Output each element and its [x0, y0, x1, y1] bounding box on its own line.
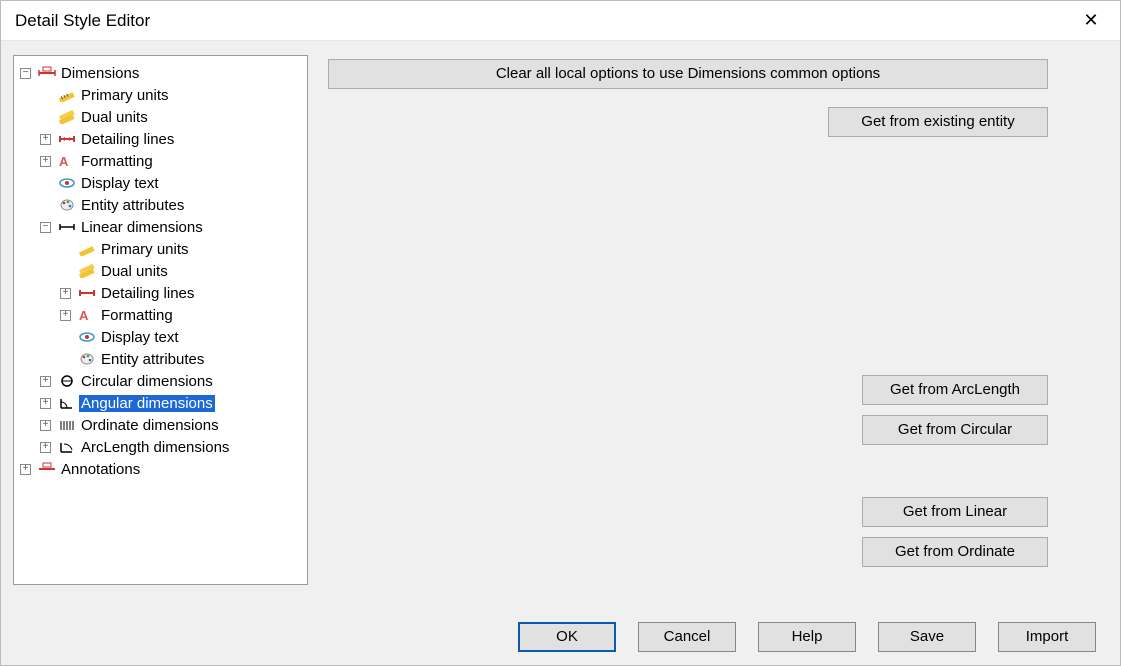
window-title: Detail Style Editor	[15, 11, 150, 31]
tree-item-linear-entity-attributes[interactable]: Entity attributes	[60, 348, 307, 370]
annotations-icon	[38, 461, 56, 477]
titlebar: Detail Style Editor ✕	[1, 1, 1120, 41]
angular-dim-icon	[58, 395, 76, 411]
get-from-linear-button[interactable]: Get from Linear	[862, 497, 1048, 527]
tree-item-dimensions[interactable]: − Dimensions	[20, 62, 307, 84]
ruler-icon	[78, 263, 96, 279]
tree-label: Dimensions	[59, 65, 141, 82]
ordinate-dim-icon	[58, 417, 76, 433]
expand-icon[interactable]: +	[40, 376, 51, 387]
detailing-lines-icon	[58, 131, 76, 147]
tree-item-detailing-lines[interactable]: + Detailing lines	[40, 128, 307, 150]
ruler-icon	[78, 241, 96, 257]
ok-button[interactable]: OK	[518, 622, 616, 652]
save-button[interactable]: Save	[878, 622, 976, 652]
get-from-existing-button[interactable]: Get from existing entity	[828, 107, 1048, 137]
tree-label: Primary units	[99, 241, 191, 258]
tree-item-entity-attributes[interactable]: Entity attributes	[40, 194, 307, 216]
detailing-lines-icon	[78, 285, 96, 301]
nav-tree: − Dimensions Primary units	[18, 62, 307, 480]
linear-dim-icon	[58, 219, 76, 235]
right-pane: Clear all local options to use Dimension…	[328, 55, 1098, 597]
tree-label: Circular dimensions	[79, 373, 215, 390]
tree-item-linear-dual-units[interactable]: Dual units	[60, 260, 307, 282]
collapse-icon[interactable]: −	[40, 222, 51, 233]
expand-icon[interactable]: +	[40, 442, 51, 453]
tree-label: Detailing lines	[99, 285, 196, 302]
tree-label: Formatting	[79, 153, 155, 170]
tree-item-angular-dimensions[interactable]: + Angular dimensions	[40, 392, 307, 414]
tree-item-formatting[interactable]: + A Formatting	[40, 150, 307, 172]
tree-item-linear-primary-units[interactable]: Primary units	[60, 238, 307, 260]
close-icon[interactable]: ✕	[1076, 10, 1106, 31]
arclength-dim-icon	[58, 439, 76, 455]
get-from-circular-button[interactable]: Get from Circular	[862, 415, 1048, 445]
help-button[interactable]: Help	[758, 622, 856, 652]
tree-label: Annotations	[59, 461, 142, 478]
expand-icon[interactable]: +	[60, 288, 71, 299]
tree-label: Display text	[99, 329, 181, 346]
tree-label: ArcLength dimensions	[79, 439, 231, 456]
tree-label-selected: Angular dimensions	[79, 395, 215, 412]
tree-item-annotations[interactable]: + Annotations	[20, 458, 307, 480]
tree-item-linear-display-text[interactable]: Display text	[60, 326, 307, 348]
tree-label: Dual units	[99, 263, 170, 280]
tree-item-linear-detailing-lines[interactable]: + Detailing lines	[60, 282, 307, 304]
ruler-icon	[58, 109, 76, 125]
svg-text:A: A	[59, 154, 69, 168]
dialog-window: Detail Style Editor ✕ − Dimensions	[0, 0, 1121, 666]
collapse-icon[interactable]: −	[20, 68, 31, 79]
palette-icon	[58, 197, 76, 213]
tree-label: Entity attributes	[79, 197, 186, 214]
display-text-icon	[78, 329, 96, 345]
tree-item-circular-dimensions[interactable]: + Circular dimensions	[40, 370, 307, 392]
ruler-icon	[58, 87, 76, 103]
cancel-button[interactable]: Cancel	[638, 622, 736, 652]
tree-label: Detailing lines	[79, 131, 176, 148]
tree-label: Ordinate dimensions	[79, 417, 221, 434]
dialog-body: − Dimensions Primary units	[1, 41, 1120, 609]
formatting-icon: A	[78, 307, 96, 323]
tree-label: Primary units	[79, 87, 171, 104]
palette-icon	[78, 351, 96, 367]
tree-item-linear-formatting[interactable]: + A Formatting	[60, 304, 307, 326]
expand-icon[interactable]: +	[40, 156, 51, 167]
tree-label: Entity attributes	[99, 351, 206, 368]
tree-item-display-text[interactable]: Display text	[40, 172, 307, 194]
formatting-icon: A	[58, 153, 76, 169]
expand-icon[interactable]: +	[40, 398, 51, 409]
display-text-icon	[58, 175, 76, 191]
expand-icon[interactable]: +	[40, 420, 51, 431]
tree-panel: − Dimensions Primary units	[13, 55, 308, 585]
get-from-ordinate-button[interactable]: Get from Ordinate	[862, 537, 1048, 567]
dialog-footer: OK Cancel Help Save Import	[1, 609, 1120, 665]
expand-icon[interactable]: +	[60, 310, 71, 321]
svg-text:A: A	[79, 308, 89, 322]
get-from-arclength-button[interactable]: Get from ArcLength	[862, 375, 1048, 405]
tree-label: Linear dimensions	[79, 219, 205, 236]
import-button[interactable]: Import	[998, 622, 1096, 652]
clear-local-options-button[interactable]: Clear all local options to use Dimension…	[328, 59, 1048, 89]
dimensions-icon	[38, 65, 56, 81]
circular-dim-icon	[58, 373, 76, 389]
expand-icon[interactable]: +	[40, 134, 51, 145]
tree-label: Display text	[79, 175, 161, 192]
tree-label: Dual units	[79, 109, 150, 126]
tree-item-arclength-dimensions[interactable]: + ArcLength dimensions	[40, 436, 307, 458]
tree-item-ordinate-dimensions[interactable]: + Ordinate dimensions	[40, 414, 307, 436]
expand-icon[interactable]: +	[20, 464, 31, 475]
tree-item-linear-dimensions[interactable]: − Linear dimensions	[40, 216, 307, 238]
tree-item-primary-units[interactable]: Primary units	[40, 84, 307, 106]
tree-label: Formatting	[99, 307, 175, 324]
tree-item-dual-units[interactable]: Dual units	[40, 106, 307, 128]
